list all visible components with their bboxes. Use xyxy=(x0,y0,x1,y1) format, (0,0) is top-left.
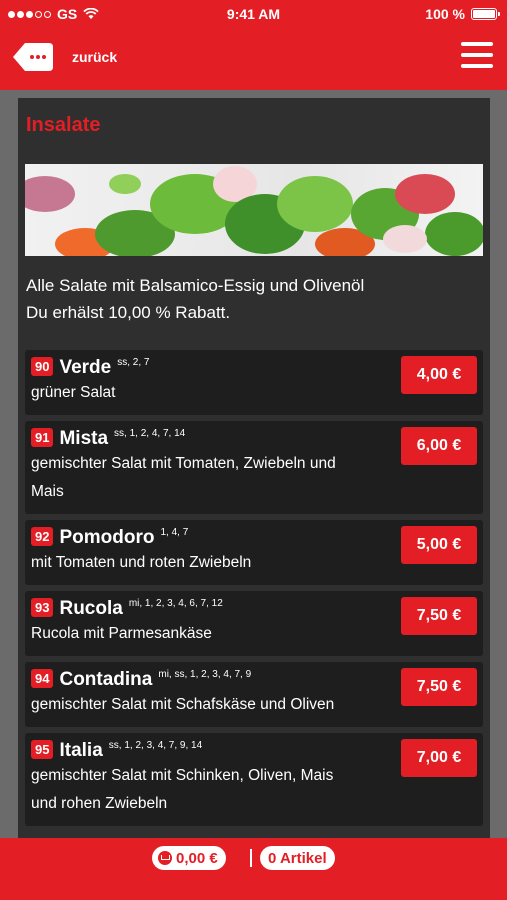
menu-item[interactable]: 91 Mista ss, 1, 2, 4, 7, 14 gemischter S… xyxy=(25,421,483,514)
nav-bar: zurück xyxy=(0,28,507,90)
add-to-cart-price-button[interactable]: 6,00 € xyxy=(401,427,477,465)
item-number-badge: 92 xyxy=(31,527,54,546)
menu-item[interactable]: 94 Contadina mi, ss, 1, 2, 3, 4, 7, 9 ge… xyxy=(25,662,483,727)
item-name: Mista xyxy=(59,428,109,449)
menu-item-head: 90 Verde ss, 2, 7 xyxy=(31,357,363,379)
hamburger-menu-icon[interactable] xyxy=(461,42,493,72)
item-description: mit Tomaten und roten Zwiebeln xyxy=(31,554,252,571)
item-number-badge: 90 xyxy=(31,357,54,376)
section-title: Insalate xyxy=(26,114,101,136)
menu-item-head: 92 Pomodoro 1, 4, 7 xyxy=(31,527,363,549)
cart-count-button[interactable]: 0 Artikel xyxy=(260,846,335,870)
add-to-cart-price-button[interactable]: 7,50 € xyxy=(401,597,477,635)
app-root: GS 9:41 AM 100 % zurück Insalate Alle Sa… xyxy=(0,0,507,900)
item-allergens: 1, 4, 7 xyxy=(160,527,189,538)
menu-item[interactable]: 93 Rucola mi, 1, 2, 3, 4, 6, 7, 12 Rucol… xyxy=(25,591,483,656)
salad-illustration xyxy=(25,166,483,256)
item-allergens: mi, ss, 1, 2, 3, 4, 7, 9 xyxy=(158,669,252,680)
back-button[interactable]: zurück xyxy=(12,42,117,72)
battery-percent: 100 % xyxy=(425,6,465,22)
menu-item[interactable]: 92 Pomodoro 1, 4, 7 mit Tomaten und rote… xyxy=(25,520,483,585)
item-number-badge: 95 xyxy=(31,740,54,759)
item-name: Pomodoro xyxy=(59,527,155,548)
add-to-cart-price-button[interactable]: 7,00 € xyxy=(401,739,477,777)
item-name: Verde xyxy=(59,357,112,378)
menu-item-head: 91 Mista ss, 1, 2, 4, 7, 14 xyxy=(31,428,363,450)
back-label: zurück xyxy=(72,49,118,65)
item-number-badge: 94 xyxy=(31,669,54,688)
item-allergens: ss, 1, 2, 4, 7, 14 xyxy=(114,428,186,439)
item-description: grüner Salat xyxy=(31,384,116,401)
cart-total: 0,00 € xyxy=(176,849,218,867)
add-to-cart-price-button[interactable]: 5,00 € xyxy=(401,526,477,564)
item-name: Rucola xyxy=(59,598,123,619)
battery-icon xyxy=(471,8,500,20)
item-description: gemischter Salat mit Schinken, Oliven, M… xyxy=(31,767,334,812)
add-to-cart-price-button[interactable]: 7,50 € xyxy=(401,668,477,706)
menu-item-head: 95 Italia ss, 1, 2, 3, 4, 7, 9, 14 xyxy=(31,740,363,762)
menu-item-list: 90 Verde ss, 2, 7 grüner Salat 4,00 € 91… xyxy=(25,350,483,832)
item-allergens: mi, 1, 2, 3, 4, 6, 7, 12 xyxy=(128,598,223,609)
cart-total-button[interactable]: 0,00 € xyxy=(152,846,226,870)
item-number-badge: 93 xyxy=(31,598,54,617)
menu-item-head: 94 Contadina mi, ss, 1, 2, 3, 4, 7, 9 xyxy=(31,669,363,691)
item-description: gemischter Salat mit Schafskäse und Oliv… xyxy=(31,696,335,713)
intro-text: Alle Salate mit Balsamico-Essig und Oliv… xyxy=(26,272,364,326)
menu-item[interactable]: 90 Verde ss, 2, 7 grüner Salat 4,00 € xyxy=(25,350,483,415)
menu-category-panel: Insalate Alle Salate mit Balsamico-Essig… xyxy=(18,98,490,838)
cart-count: 0 Artikel xyxy=(268,849,327,867)
item-name: Contadina xyxy=(59,669,153,690)
add-to-cart-price-button[interactable]: 4,00 € xyxy=(401,356,477,394)
salad-photo xyxy=(25,164,483,256)
item-name: Italia xyxy=(59,740,103,761)
item-allergens: ss, 2, 7 xyxy=(117,357,150,368)
item-allergens: ss, 1, 2, 3, 4, 7, 9, 14 xyxy=(108,740,203,751)
status-right: 100 % xyxy=(425,6,500,22)
item-number-badge: 91 xyxy=(31,428,54,447)
menu-item[interactable]: 95 Italia ss, 1, 2, 3, 4, 7, 9, 14 gemis… xyxy=(25,733,483,826)
cart-bar: 0,00 € 0 Artikel xyxy=(0,838,507,900)
cart-divider xyxy=(250,849,252,867)
item-description: gemischter Salat mit Tomaten, Zwiebeln u… xyxy=(31,455,336,500)
menu-item-head: 93 Rucola mi, 1, 2, 3, 4, 6, 7, 12 xyxy=(31,598,363,620)
status-bar: GS 9:41 AM 100 % xyxy=(0,0,507,28)
cart-icon xyxy=(158,851,172,865)
item-description: Rucola mit Parmesankäse xyxy=(31,625,212,642)
intro-line-dressing: Alle Salate mit Balsamico-Essig und Oliv… xyxy=(26,276,365,295)
intro-line-discount: Du erhälst 10,00 % Rabatt. xyxy=(26,303,231,322)
back-tag-icon xyxy=(12,42,54,72)
